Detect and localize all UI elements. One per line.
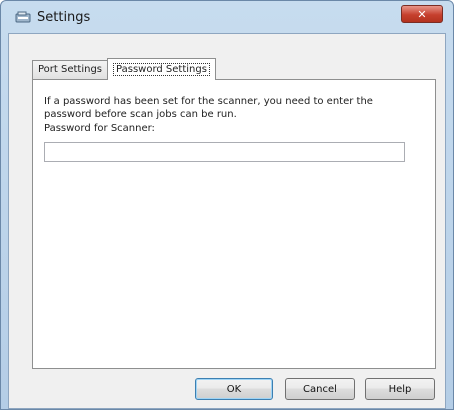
- tab-port-settings[interactable]: Port Settings: [32, 60, 109, 79]
- ok-button-label: OK: [226, 383, 242, 395]
- title-bar[interactable]: Settings ✕: [1, 1, 453, 33]
- dialog-client-area: Port Settings Password Settings If a pas…: [8, 33, 446, 409]
- password-description: If a password has been set for the scann…: [44, 96, 373, 120]
- tab-password-settings[interactable]: Password Settings: [107, 58, 216, 80]
- ok-button[interactable]: OK: [195, 378, 273, 400]
- password-label: Password for Scanner:: [44, 123, 155, 134]
- cancel-button[interactable]: Cancel: [285, 378, 355, 400]
- window-title: Settings: [37, 10, 91, 25]
- settings-window: Settings ✕ Port Settings Password Settin…: [0, 0, 454, 410]
- password-input[interactable]: [44, 142, 405, 162]
- close-icon: ✕: [417, 7, 427, 21]
- help-button[interactable]: Help: [365, 378, 435, 400]
- cancel-button-label: Cancel: [303, 383, 337, 395]
- close-button[interactable]: ✕: [401, 5, 443, 23]
- password-settings-panel: If a password has been set for the scann…: [32, 79, 436, 369]
- help-button-label: Help: [388, 383, 412, 395]
- tab-password-settings-label: Password Settings: [113, 63, 210, 76]
- scanner-app-icon: [15, 11, 31, 23]
- tab-strip: Port Settings Password Settings: [32, 57, 216, 80]
